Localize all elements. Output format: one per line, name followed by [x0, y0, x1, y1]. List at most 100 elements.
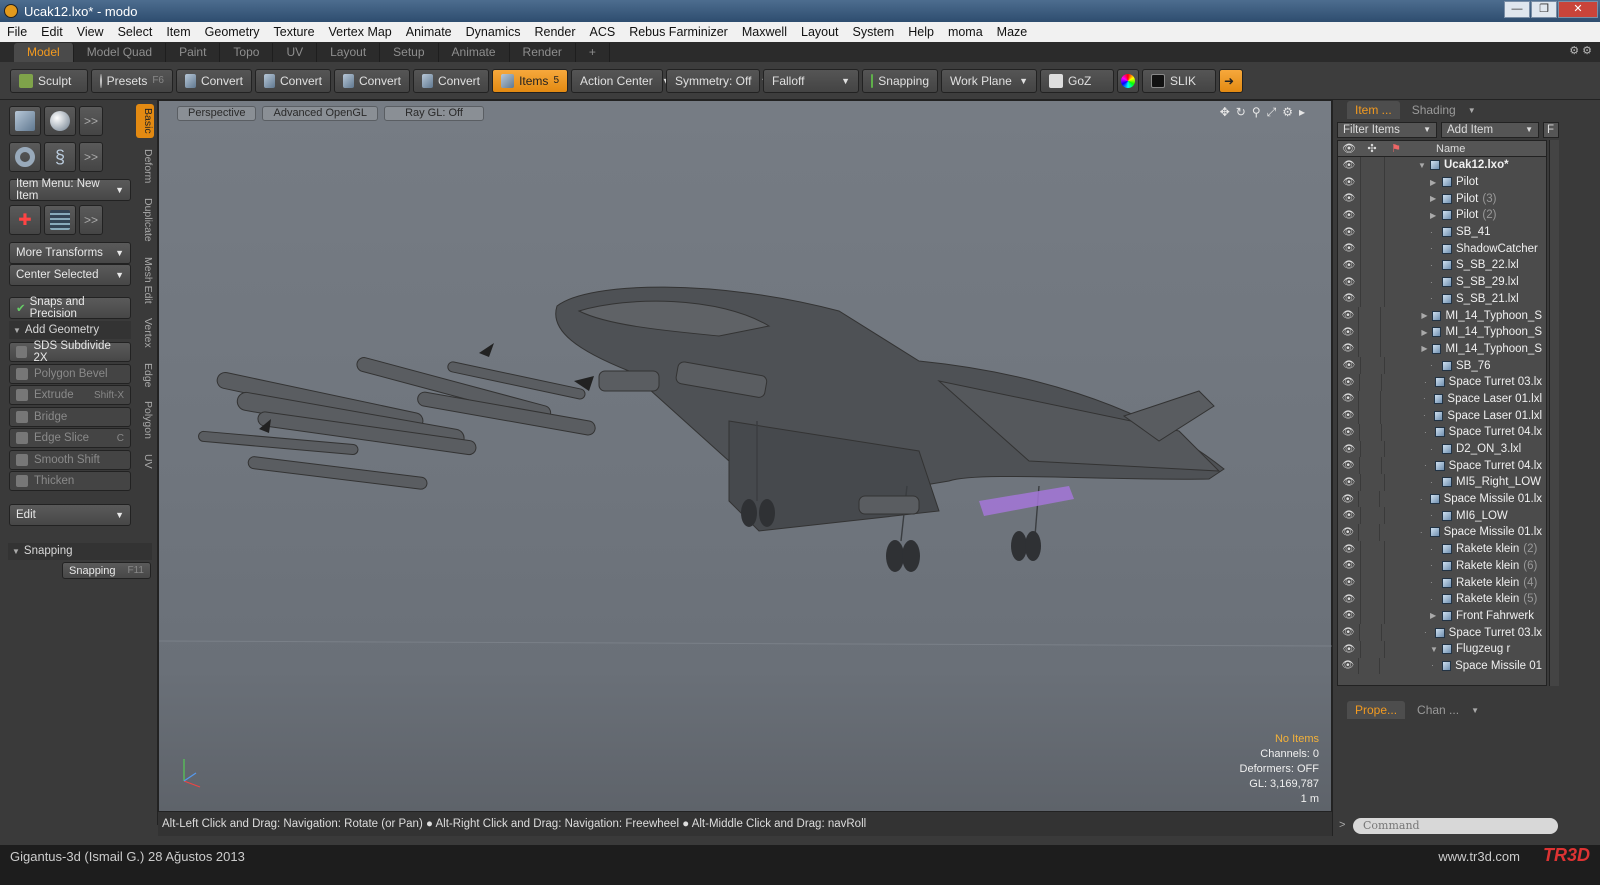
symmetry-dropdown[interactable]: Symmetry: Off▼	[666, 68, 769, 93]
filter-toggle-button[interactable]: F	[1543, 122, 1559, 138]
expand-arrow-icon[interactable]: ▶	[1430, 178, 1442, 187]
visibility-eye-icon[interactable]: 👁	[1338, 527, 1358, 538]
visibility-eye-icon[interactable]: 👁	[1338, 660, 1358, 671]
action-center-dropdown[interactable]: Action Center▼	[571, 68, 671, 93]
visibility-eye-icon[interactable]: 👁	[1338, 260, 1360, 271]
visibility-eye-icon[interactable]: 👁	[1338, 243, 1360, 254]
render-cell[interactable]	[1384, 574, 1408, 591]
render-cell[interactable]	[1384, 173, 1408, 191]
lock-cell[interactable]	[1358, 424, 1381, 441]
render-cell[interactable]	[1384, 357, 1408, 374]
item-row[interactable]: 👁 ▶ Front Fahrwerk	[1338, 607, 1546, 625]
tab-uv[interactable]: UV	[273, 43, 318, 62]
lock-cell[interactable]	[1360, 540, 1384, 558]
lock-cell[interactable]	[1358, 407, 1380, 424]
3d-viewport[interactable]: Perspective Advanced OpenGL Ray GL: Off …	[158, 100, 1333, 812]
expand-arrow-icon[interactable]: ▶	[1421, 344, 1432, 353]
visibility-eye-icon[interactable]: 👁	[1338, 277, 1360, 288]
add-geometry-header[interactable]: ▼ Add Geometry	[9, 321, 131, 339]
tool-extrude[interactable]: Extrude Shift-X	[9, 385, 131, 405]
lock-cell[interactable]	[1358, 390, 1380, 408]
render-cell[interactable]	[1384, 540, 1408, 558]
snapping-toggle-button[interactable]: Snapping F11	[62, 562, 151, 579]
tab-item-list[interactable]: Item ...	[1347, 101, 1400, 119]
color-picker-button[interactable]	[1117, 68, 1139, 93]
tool-bridge[interactable]: Bridge	[9, 406, 131, 427]
item-row[interactable]: 👁 · Space Laser 01.lxl	[1338, 407, 1546, 424]
expand-arrow-icon[interactable]: ▶	[1421, 311, 1432, 320]
edit-dropdown[interactable]: Edit ▼	[9, 504, 131, 526]
visibility-eye-icon[interactable]: 👁	[1338, 444, 1360, 455]
lock-cell[interactable]	[1360, 507, 1384, 525]
visibility-eye-icon[interactable]: 👁	[1338, 427, 1359, 438]
expand-arrow-icon[interactable]: ▼	[1430, 645, 1442, 654]
render-cell[interactable]	[1384, 507, 1408, 525]
lock-cell[interactable]	[1358, 457, 1381, 475]
menu-acs[interactable]: ACS	[583, 25, 623, 39]
menu-moma[interactable]: moma	[941, 25, 990, 39]
cube-primitive-button[interactable]	[9, 106, 41, 136]
lock-cell[interactable]	[1360, 273, 1384, 291]
item-row[interactable]: 👁 · Rakete klein (5)	[1338, 590, 1546, 608]
tool-smooth-shift[interactable]: Smooth Shift	[9, 449, 131, 470]
minimize-button[interactable]: —	[1504, 1, 1530, 18]
tab-animate[interactable]: Animate	[439, 43, 510, 62]
render-cell[interactable]	[1379, 340, 1402, 358]
render-cell[interactable]	[1384, 190, 1408, 208]
close-button[interactable]: ✕	[1558, 1, 1598, 18]
tab-add[interactable]: +	[576, 43, 610, 62]
transform-tool-button[interactable]: ✚	[9, 205, 41, 235]
render-cell[interactable]	[1381, 373, 1403, 391]
menu-maxwell[interactable]: Maxwell	[735, 25, 794, 39]
menu-maze[interactable]: Maze	[990, 25, 1035, 39]
tab-setup[interactable]: Setup	[380, 43, 439, 62]
item-row[interactable]: 👁 · SB_76	[1338, 357, 1546, 374]
lock-cell[interactable]	[1360, 590, 1384, 608]
visibility-eye-icon[interactable]: 👁	[1338, 477, 1360, 488]
render-cell[interactable]	[1381, 624, 1403, 641]
vtab-edge[interactable]: Edge	[136, 360, 154, 390]
expand-arrow-icon[interactable]: ▶	[1421, 328, 1432, 337]
grid-tool-button[interactable]	[44, 205, 76, 235]
expand-arrow-icon[interactable]: ▶	[1430, 211, 1442, 220]
item-row[interactable]: 👁 ▼ Ucak12.lxo*	[1338, 157, 1546, 174]
more-primitives-button-2[interactable]: >>	[79, 142, 103, 172]
tab-shading[interactable]: Shading	[1404, 101, 1464, 119]
tab-model[interactable]: Model	[14, 43, 74, 62]
tab-layout[interactable]: Layout	[317, 43, 381, 62]
render-cell[interactable]	[1384, 290, 1408, 308]
item-row[interactable]: 👁 · Space Missile 01	[1338, 657, 1546, 675]
render-cell[interactable]	[1384, 223, 1408, 241]
visibility-eye-icon[interactable]: 👁	[1338, 177, 1360, 188]
item-row[interactable]: 👁 · D2_ON_3.lxl	[1338, 440, 1546, 458]
vtab-basic[interactable]: Basic	[136, 104, 154, 138]
visibility-eye-icon[interactable]: 👁	[1338, 160, 1360, 171]
visibility-eye-icon[interactable]: 👁	[1338, 644, 1360, 655]
snapping-section-header[interactable]: ▼ Snapping	[8, 543, 152, 560]
item-row[interactable]: 👁 · S_SB_21.lxl	[1338, 290, 1546, 308]
filter-items-dropdown[interactable]: Filter Items ▼	[1337, 122, 1437, 138]
render-cell[interactable]	[1378, 490, 1400, 508]
item-row[interactable]: 👁 · MI6_LOW	[1338, 507, 1546, 525]
menu-layout[interactable]: Layout	[794, 25, 846, 39]
lock-cell[interactable]	[1357, 490, 1379, 508]
render-cell[interactable]	[1380, 390, 1402, 408]
menu-view[interactable]: View	[70, 25, 111, 39]
convert-button-4[interactable]: Convert	[413, 68, 489, 93]
lock-cell[interactable]	[1357, 340, 1380, 358]
layout-options-icon[interactable]: ⚙ ⚙	[1569, 44, 1592, 57]
lock-cell[interactable]	[1360, 207, 1384, 224]
maximize-button[interactable]: ❐	[1531, 1, 1557, 18]
item-row[interactable]: 👁 · Space Missile 01.lx	[1338, 524, 1546, 541]
render-cell[interactable]	[1384, 607, 1408, 625]
lock-cell[interactable]	[1357, 524, 1379, 541]
vtab-uv[interactable]: UV	[136, 450, 154, 472]
item-row[interactable]: 👁 · ShadowCatcher	[1338, 240, 1546, 258]
torus-primitive-button[interactable]	[9, 142, 41, 172]
falloff-dropdown[interactable]: Falloff ▼	[763, 68, 859, 93]
expand-arrow-icon[interactable]: ▼	[1418, 161, 1430, 170]
item-row[interactable]: 👁 · Rakete klein (4)	[1338, 574, 1546, 591]
item-row[interactable]: 👁 · Space Turret 03.lx	[1338, 624, 1546, 641]
sculpt-button[interactable]: Sculpt	[10, 68, 88, 93]
render-cell[interactable]	[1380, 407, 1402, 424]
